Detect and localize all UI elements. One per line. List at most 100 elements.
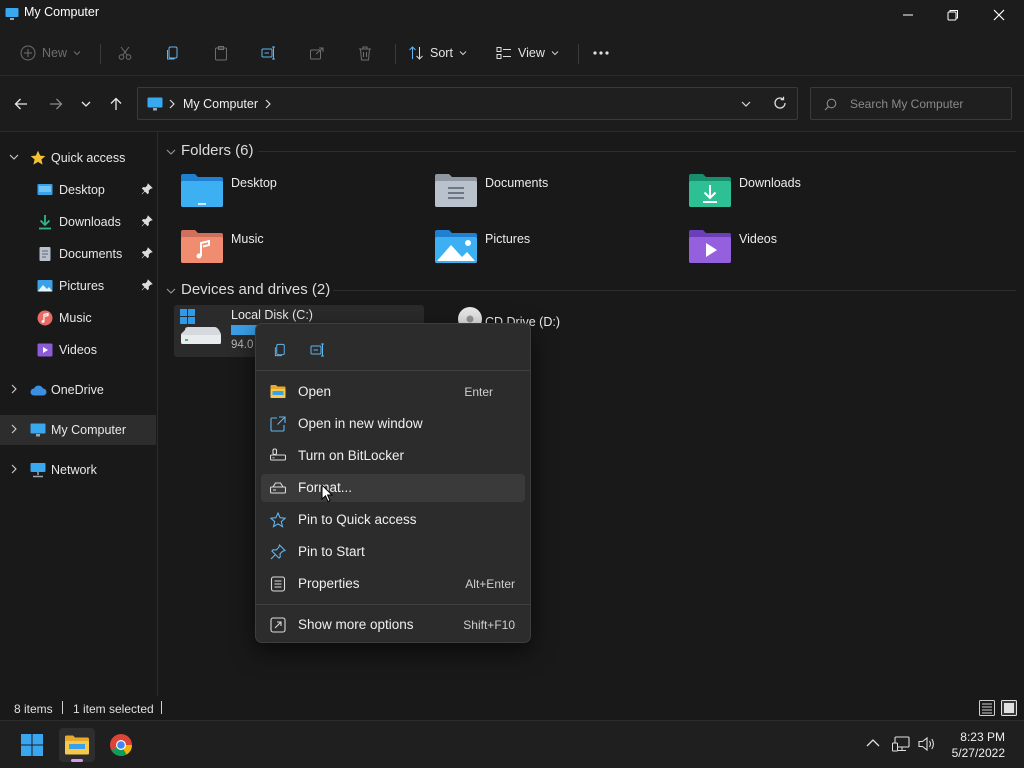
recent-locations-button[interactable] [74, 92, 98, 116]
search-box[interactable]: Search My Computer [810, 87, 1012, 120]
breadcrumb-my-computer[interactable]: My Computer [183, 97, 258, 111]
chevron-down-icon[interactable] [741, 99, 751, 109]
pin-icon[interactable] [141, 247, 153, 259]
delete-button[interactable] [357, 38, 373, 68]
start-button[interactable] [14, 728, 50, 762]
restore-button[interactable] [930, 0, 976, 30]
folder-tile-music[interactable]: Music [176, 224, 416, 268]
rename-button[interactable] [306, 338, 330, 362]
rename-icon [310, 342, 326, 358]
menu-item-pin-start[interactable]: Pin to Start [261, 538, 525, 566]
sidebar-item-documents[interactable]: Documents [0, 239, 156, 269]
network-status-icon[interactable] [892, 736, 910, 752]
video-icon [37, 342, 53, 358]
sidebar-item-desktop[interactable]: Desktop [0, 175, 156, 205]
menu-item-properties[interactable]: Properties Alt+Enter [261, 570, 525, 598]
sidebar-item-network[interactable]: Network [0, 455, 156, 485]
download-icon [37, 214, 53, 230]
pin-icon[interactable] [141, 279, 153, 291]
drive-space-text: 94.0 [231, 339, 254, 351]
folder-open-icon [270, 384, 286, 399]
sidebar-item-quick-access[interactable]: Quick access [0, 143, 156, 173]
clock[interactable]: 8:23 PM 5/27/2022 [942, 728, 1012, 762]
divider [578, 44, 579, 64]
chevron-down-icon [73, 49, 81, 57]
divider [333, 290, 1016, 291]
menu-item-shortcut: Alt+Enter [465, 577, 515, 591]
more-icon [592, 50, 610, 56]
minimize-button[interactable] [885, 0, 931, 30]
view-button[interactable]: View [496, 38, 559, 68]
chevron-down-icon [459, 49, 467, 57]
close-button[interactable] [976, 0, 1022, 30]
tiles-view-icon[interactable] [1001, 700, 1017, 716]
sidebar-item-downloads[interactable]: Downloads [0, 207, 156, 237]
windows-logo-icon [20, 733, 44, 757]
menu-item-open-new-window[interactable]: Open in new window [261, 410, 525, 438]
menu-item-open[interactable]: Open Enter [261, 378, 525, 406]
folder-tile-videos[interactable]: Videos [684, 224, 924, 268]
folder-tile-documents[interactable]: Documents [430, 168, 670, 212]
refresh-icon[interactable] [773, 96, 787, 110]
back-button[interactable] [9, 92, 33, 116]
window-title: My Computer [24, 5, 100, 19]
menu-item-pin-quick-access[interactable]: Pin to Quick access [261, 506, 525, 534]
more-options-button[interactable] [592, 38, 610, 68]
chevron-right-icon [169, 99, 175, 109]
chevron-down-icon[interactable] [9, 152, 19, 162]
chevron-down-icon [81, 99, 91, 109]
computer-icon [5, 7, 19, 21]
sidebar-item-pictures[interactable]: Pictures [0, 271, 156, 301]
share-button[interactable] [309, 38, 325, 68]
menu-item-format[interactable]: Format... [261, 474, 525, 502]
chevron-right-icon[interactable] [9, 424, 19, 434]
menu-item-bitlocker[interactable]: Turn on BitLocker [261, 442, 525, 470]
volume-icon[interactable] [918, 736, 936, 752]
menu-item-label: Turn on BitLocker [298, 448, 405, 463]
divider [256, 370, 530, 371]
documents-folder-icon [434, 172, 478, 208]
file-explorer-taskbar-button[interactable] [59, 728, 95, 762]
sidebar-item-videos[interactable]: Videos [0, 335, 156, 365]
menu-item-shortcut: Enter [464, 385, 493, 399]
menu-item-show-more-options[interactable]: Show more options Shift+F10 [261, 611, 525, 639]
music-icon [37, 310, 53, 326]
chevron-right-icon [265, 99, 271, 109]
folder-tile-downloads[interactable]: Downloads [684, 168, 924, 212]
details-view-icon[interactable] [979, 700, 995, 716]
sidebar-item-onedrive[interactable]: OneDrive [0, 375, 156, 405]
computer-icon [147, 97, 163, 111]
copy-icon [165, 45, 181, 61]
sidebar-item-label: Music [59, 311, 92, 325]
copy-button[interactable] [165, 38, 181, 68]
pin-icon[interactable] [141, 183, 153, 195]
sidebar-item-music[interactable]: Music [0, 303, 156, 333]
pin-icon[interactable] [141, 215, 153, 227]
chevron-right-icon[interactable] [9, 464, 19, 474]
sidebar-item-my-computer[interactable]: My Computer [0, 415, 156, 445]
folders-title: Folders (6) [181, 142, 254, 159]
active-indicator [71, 759, 83, 762]
rename-button[interactable] [261, 38, 277, 68]
sidebar-item-label: My Computer [51, 423, 127, 437]
sort-button[interactable]: Sort [408, 38, 467, 68]
forward-button[interactable] [44, 92, 68, 116]
star-outline-icon [270, 512, 286, 528]
folder-tile-pictures[interactable]: Pictures [430, 224, 670, 268]
folder-tile-desktop[interactable]: Desktop [176, 168, 416, 212]
chrome-icon [109, 733, 133, 757]
copy-button[interactable] [268, 338, 292, 362]
mouse-cursor-icon [321, 484, 333, 503]
chrome-taskbar-button[interactable] [103, 728, 139, 762]
cut-button[interactable] [117, 38, 133, 68]
up-button[interactable] [104, 92, 128, 116]
divider [62, 701, 63, 714]
chevron-right-icon[interactable] [9, 384, 19, 394]
address-bar[interactable]: My Computer [137, 87, 798, 120]
new-button[interactable]: New [20, 38, 81, 68]
search-placeholder: Search My Computer [850, 97, 964, 111]
paste-button[interactable] [213, 38, 229, 68]
computer-icon [30, 422, 46, 438]
document-icon [37, 246, 53, 262]
chevron-up-icon[interactable] [866, 738, 880, 748]
